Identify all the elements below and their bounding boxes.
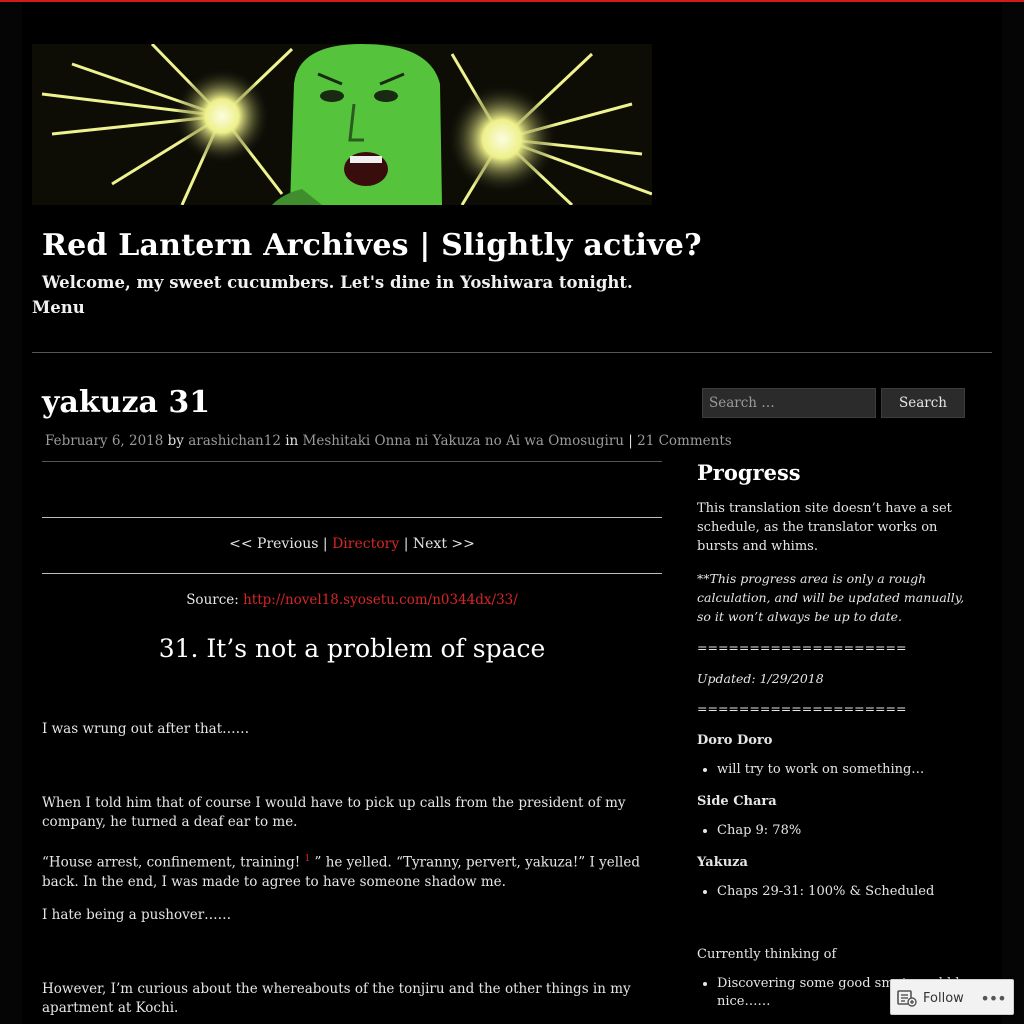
post-category-link[interactable]: Meshitaki Onna ni Yakuza no Ai wa Omosug… (303, 433, 624, 449)
follow-button[interactable]: Follow (897, 986, 964, 1010)
chapter-paragraph: “House arrest, confinement, training! 1 … (42, 850, 662, 892)
post-author-link[interactable]: arashichan12 (188, 433, 281, 449)
progress-updated-date: Updated: 1/29/2018 (697, 671, 824, 686)
follow-label: Follow (923, 990, 964, 1006)
list-item: Chaps 29-31: 100% & Scheduled (717, 883, 989, 901)
chapter-paragraph: I was wrung out after that…… (42, 721, 250, 737)
project-list-yakuza: Chaps 29-31: 100% & Scheduled (697, 883, 989, 901)
search-button[interactable]: Search (881, 388, 965, 418)
site-title[interactable]: Red Lantern Archives | Slightly active? (42, 228, 702, 263)
meta-by-label: by (167, 433, 184, 449)
post-date-link[interactable]: February 6, 2018 (45, 433, 163, 449)
nav-separator: | (322, 536, 328, 552)
directory-link[interactable]: Directory (332, 536, 399, 552)
site-tagline: Welcome, my sweet cucumbers. Let's dine … (42, 273, 633, 292)
header-divider (32, 352, 992, 353)
project-heading-side-chara: Side Chara (697, 794, 777, 809)
chapter-paragraph: However, I’m curious about the whereabou… (42, 981, 631, 1016)
meta-separator: | (628, 433, 633, 449)
meta-divider (42, 461, 662, 462)
reader-follow-icon (897, 990, 917, 1007)
header-banner-image[interactable] (32, 44, 652, 205)
progress-divider: ==================== (697, 640, 907, 655)
previous-chapter-link[interactable]: << Previous (229, 536, 318, 552)
chapter-nav-top-rule (42, 517, 662, 518)
project-heading-yakuza: Yakuza (697, 855, 748, 870)
thinking-heading: Currently thinking of (697, 947, 837, 962)
list-item: Chap 9: 78% (717, 822, 989, 840)
progress-divider: ==================== (697, 701, 907, 716)
chapter-nav: << Previous | Directory | Next >> (42, 536, 662, 552)
paragraph-text: “House arrest, confinement, training! (42, 854, 301, 871)
next-chapter-link[interactable]: Next >> (413, 536, 475, 552)
banner-artwork (32, 44, 652, 205)
follow-bar: Follow ••• (890, 979, 1014, 1015)
meta-in-label: in (285, 433, 299, 449)
chapter-nav-bottom-rule (42, 573, 662, 574)
post-title[interactable]: yakuza 31 (42, 385, 210, 420)
project-list-doro-doro: will try to work on something… (697, 761, 989, 779)
nav-separator: | (403, 536, 409, 552)
menu-toggle-button[interactable]: Menu (32, 298, 85, 317)
list-item: will try to work on something… (717, 761, 989, 779)
source-link[interactable]: http://novel18.syosetu.com/n0344dx/33/ (243, 592, 518, 608)
source-line: Source: http://novel18.syosetu.com/n0344… (42, 592, 662, 608)
chapter-title: 31. It’s not a problem of space (158, 634, 546, 663)
post-comments-link[interactable]: 21 Comments (637, 433, 732, 449)
progress-intro: This translation site doesn’t have a set… (697, 501, 952, 554)
project-list-side-chara: Chap 9: 78% (697, 822, 989, 840)
post-meta: February 6, 2018 by arashichan12 in Mesh… (45, 433, 732, 449)
chapter-paragraph: When I told him that of course I would h… (42, 795, 626, 830)
project-heading-doro-doro: Doro Doro (697, 733, 773, 748)
search-input[interactable] (702, 388, 876, 418)
progress-widget-title: Progress (697, 460, 801, 485)
chapter-paragraph: I hate being a pushover…… (42, 907, 232, 923)
source-label: Source: (186, 592, 239, 608)
footnote-link[interactable]: 1 (304, 854, 310, 864)
progress-note: **This progress area is only a rough cal… (697, 571, 965, 624)
more-options-icon[interactable]: ••• (980, 986, 1006, 1010)
